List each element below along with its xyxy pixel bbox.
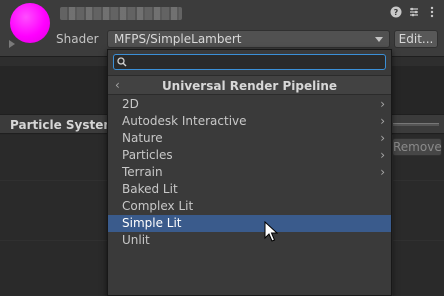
menu-item-complex-lit[interactable]: Complex Lit — [108, 198, 391, 215]
material-header: ? Shader MFPS/SimpleLambert Edit... — [0, 0, 444, 56]
shader-label: Shader — [56, 32, 99, 46]
menu-item-label: Nature — [122, 131, 163, 145]
menu-item-label: Terrain — [122, 165, 163, 179]
menu-item-terrain[interactable]: Terrain › — [108, 164, 391, 181]
chevron-down-icon — [375, 37, 383, 42]
remove-button[interactable]: Remove — [392, 138, 442, 156]
search-field[interactable] — [113, 54, 386, 70]
chevron-right-icon: › — [380, 114, 385, 128]
menu-item-label: Simple Lit — [122, 216, 182, 230]
breadcrumb: ‹ Universal Render Pipeline — [108, 75, 391, 95]
particle-system-bar — [393, 123, 439, 126]
menu-item-nature[interactable]: Nature › — [108, 130, 391, 147]
expand-arrow-icon[interactable] — [9, 40, 15, 48]
chevron-right-icon: › — [380, 148, 385, 162]
mouse-cursor-icon — [264, 221, 278, 242]
search-input[interactable] — [131, 56, 381, 68]
shader-dropdown-value: MFPS/SimpleLambert — [114, 32, 242, 46]
svg-text:?: ? — [394, 8, 399, 17]
material-preview-ball[interactable] — [10, 3, 50, 43]
help-icon[interactable]: ? — [390, 6, 402, 18]
menu-item-unlit[interactable]: Unlit — [108, 232, 391, 249]
menu-item-2d[interactable]: 2D › — [108, 96, 391, 113]
grid-line — [392, 135, 393, 296]
shader-menu-list: 2D › Autodesk Interactive › Nature › Particles… — [108, 96, 391, 249]
menu-item-label: Complex Lit — [122, 199, 194, 213]
header-icons: ? — [390, 6, 438, 18]
chevron-right-icon: › — [380, 131, 385, 145]
menu-item-label: Particles — [122, 148, 173, 162]
menu-item-label: Baked Lit — [122, 182, 178, 196]
presets-icon[interactable] — [408, 6, 420, 18]
menu-item-baked-lit[interactable]: Baked Lit — [108, 181, 391, 198]
more-icon[interactable] — [426, 6, 438, 18]
menu-item-particles[interactable]: Particles › — [108, 147, 391, 164]
menu-item-label: Unlit — [122, 233, 150, 247]
chevron-right-icon: › — [380, 97, 385, 111]
particle-system-title: Particle System — [10, 118, 116, 132]
menu-title: Universal Render Pipeline — [161, 79, 338, 93]
edit-shader-button[interactable]: Edit... — [394, 30, 438, 48]
menu-item-label: 2D — [122, 97, 139, 111]
menu-item-simple-lit[interactable]: Simple Lit — [108, 215, 391, 232]
material-name-blurred — [60, 7, 182, 20]
shader-dropdown[interactable]: MFPS/SimpleLambert — [107, 30, 390, 48]
menu-item-autodesk-interactive[interactable]: Autodesk Interactive › — [108, 113, 391, 130]
shader-selector-popup: ‹ Universal Render Pipeline 2D › Autodesk … — [107, 49, 392, 296]
chevron-right-icon: › — [380, 165, 385, 179]
menu-item-label: Autodesk Interactive — [122, 114, 247, 128]
search-icon — [117, 57, 127, 67]
